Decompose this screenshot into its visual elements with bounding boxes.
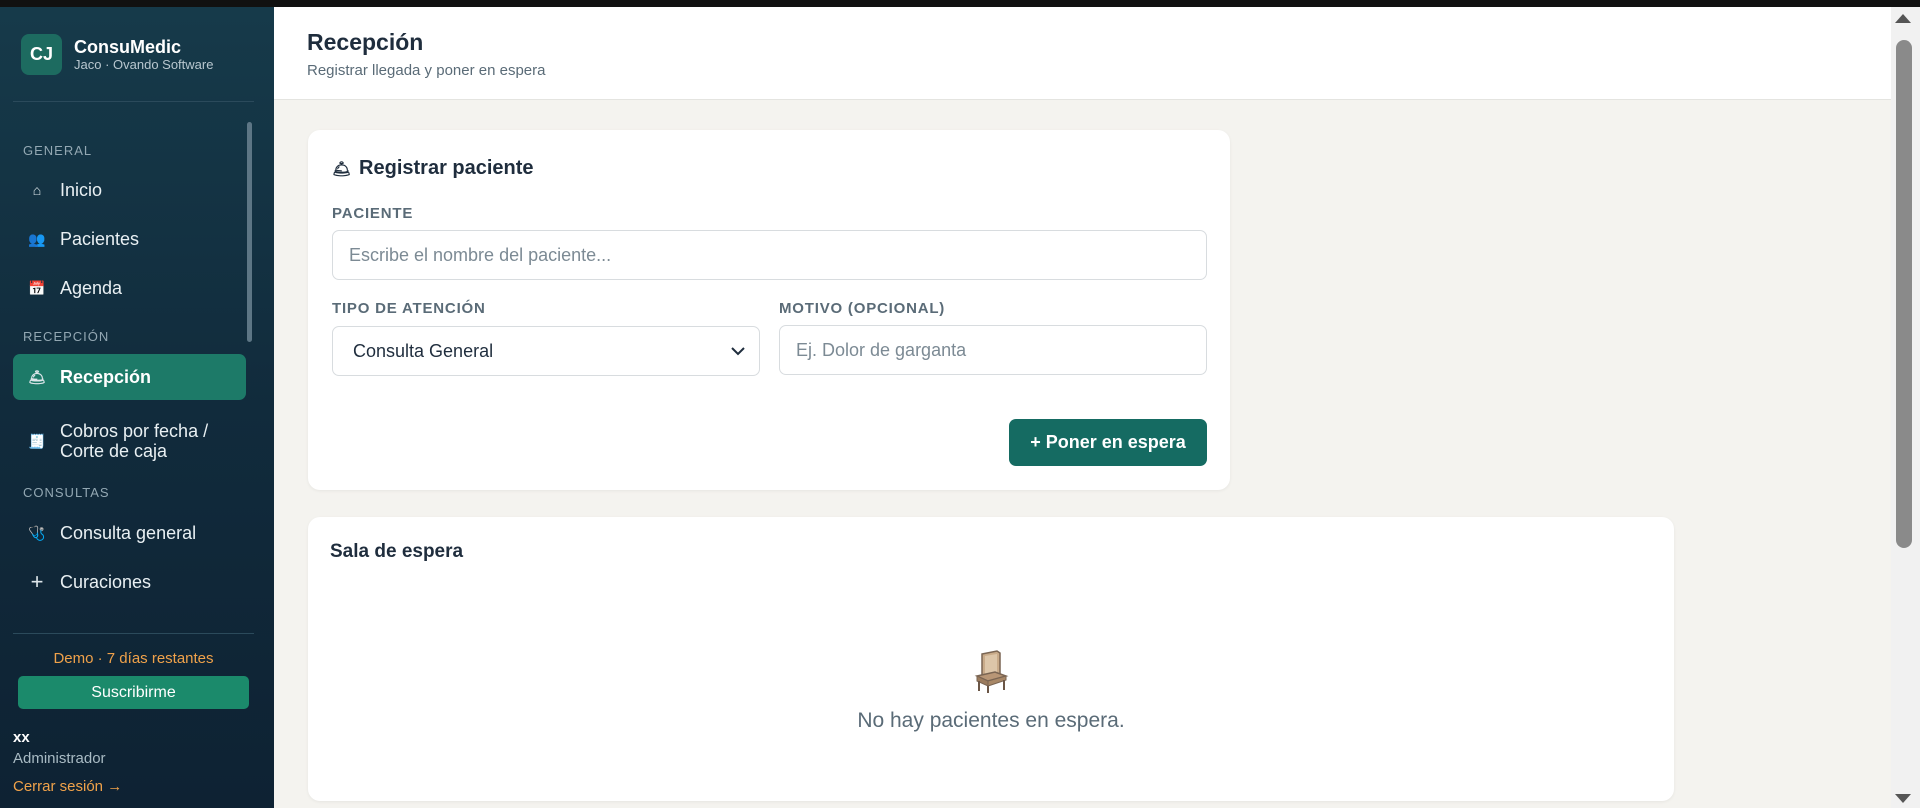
sidebar: CJ ConsuMedic Jaco · Ovando Software GEN… [0,7,274,808]
sidebar-item-label: Recepción [60,366,152,387]
patient-placeholder: Escribe el nombre del paciente... [349,244,612,265]
sidebar-item-agenda[interactable]: 📅 Agenda [13,265,246,311]
reason-label: MOTIVO (OPCIONAL) [779,300,946,317]
brand-name: ConsuMedic [74,36,182,57]
chevron-down-icon [731,347,745,356]
register-patient-card: 🛎 Registrar paciente PACIENTE Escribe el… [308,130,1230,490]
page-subtitle: Registrar llegada y poner en espera [307,62,546,79]
sidebar-item-label: Pacientes [60,228,140,249]
plus-icon: + [30,569,44,594]
brand-subtitle: Jaco · Ovando Software [74,56,214,72]
sidebar-item-label: Inicio [60,179,103,200]
brand-logo: CJ [21,34,62,75]
sidebar-divider [13,633,254,634]
reason-placeholder: Ej. Dolor de garganta [796,339,967,360]
sidebar-divider [13,101,254,102]
reason-input[interactable]: Ej. Dolor de garganta [779,325,1207,375]
sidebar-item-curaciones[interactable]: + Curaciones [13,559,246,605]
demo-notice: Demo · 7 días restantes [53,650,214,667]
users-icon: 👥 [28,230,46,247]
section-label-recepcion: RECEPCIÓN [23,329,110,344]
sidebar-item-recepcion[interactable]: 🛎 Recepción [13,354,246,400]
type-label: TIPO DE ATENCIÓN [332,300,486,317]
sidebar-scrollbar[interactable] [247,122,252,342]
waiting-room-card: Sala de espera No hay pacientes en esper… [308,517,1674,801]
user-role: Administrador [13,750,106,767]
put-on-hold-button[interactable]: + Poner en espera [1009,419,1207,466]
card-title-text: Registrar paciente [359,157,534,179]
chair-icon [974,650,1009,693]
bell-icon: 🛎 [28,368,46,385]
subscribe-button[interactable]: Suscribirme [18,676,249,709]
scroll-down-arrow-icon[interactable] [1895,794,1911,803]
scroll-up-arrow-icon[interactable] [1895,14,1911,23]
section-label-general: GENERAL [23,143,93,158]
attention-type-select[interactable]: Consulta General [332,326,760,376]
empty-waiting-text: No hay pacientes en espera. [857,709,1125,732]
attention-type-value: Consulta General [353,340,494,361]
sidebar-item-cobros[interactable]: 🧾 Cobros por fecha / Corte de caja [13,412,246,470]
sidebar-item-label: Cobros por fecha / Corte de caja [60,421,209,461]
home-icon: ⌂ [32,182,42,198]
sidebar-item-label: Curaciones [60,571,152,592]
logout-link[interactable]: Cerrar sesión → [13,778,122,795]
brand[interactable]: CJ ConsuMedic Jaco · Ovando Software [21,34,213,75]
window-top-border [0,0,1920,7]
sidebar-item-pacientes[interactable]: 👥 Pacientes [13,216,246,262]
calendar-icon: 📅 [28,279,46,296]
patient-search-input[interactable]: Escribe el nombre del paciente... [332,230,1207,280]
page-title: Recepción [307,29,424,55]
sidebar-item-inicio[interactable]: ⌂ Inicio [13,167,246,213]
section-label-consultas: CONSULTAS [23,485,110,500]
sidebar-item-consulta-general[interactable]: 🩺 Consulta general [13,510,246,556]
sidebar-item-label: Consulta general [60,522,197,543]
user-name: xx [13,729,30,746]
stethoscope-icon: 🩺 [28,524,46,541]
page-header: Recepción Registrar llegada y poner en e… [274,7,1891,100]
waiting-room-title: Sala de espera [330,541,464,562]
receipt-icon: 🧾 [28,433,46,449]
scrollbar-thumb[interactable] [1896,40,1912,548]
card-title: 🛎 Registrar paciente [332,157,534,180]
bell-icon: 🛎 [332,160,352,178]
patient-label: PACIENTE [332,205,414,222]
sidebar-item-label: Agenda [60,277,123,298]
